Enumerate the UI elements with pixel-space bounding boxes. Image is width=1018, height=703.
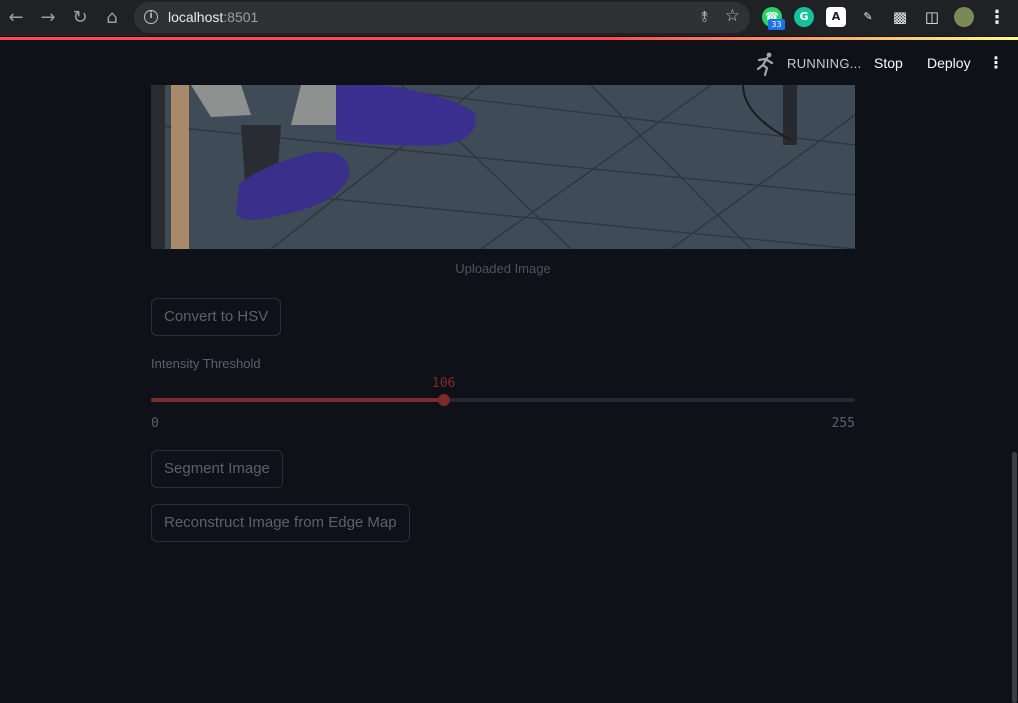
deploy-button[interactable]: Deploy <box>927 55 971 71</box>
address-bar[interactable]: i localhost:8501 ⥉ ☆ <box>134 2 750 33</box>
uploaded-image <box>151 85 855 249</box>
browser-menu-icon[interactable]: ⋮ <box>985 6 1009 30</box>
extensions-puzzle-icon[interactable]: ▩ <box>890 7 910 27</box>
back-icon[interactable]: ← <box>4 6 28 30</box>
forward-icon[interactable]: → <box>36 6 60 30</box>
slider-thumb[interactable] <box>437 394 450 406</box>
image-caption: Uploaded Image <box>455 261 551 276</box>
running-status: RUNNING... <box>787 56 862 71</box>
slider-max-label: 255 <box>831 416 855 431</box>
slider-fill <box>151 398 444 402</box>
main-menu-icon[interactable]: ⋮ <box>988 54 1004 72</box>
grammarly-extension-icon[interactable]: G <box>794 7 814 27</box>
stop-button[interactable]: Stop <box>874 55 903 71</box>
side-panel-icon[interactable]: ◫ <box>922 7 942 27</box>
segment-image-button[interactable]: Segment Image <box>151 450 283 488</box>
site-info-icon[interactable]: i <box>144 10 158 24</box>
running-man-icon <box>756 52 774 77</box>
url-host: localhost <box>168 9 224 25</box>
clipboard-extension-icon[interactable]: ✎ <box>858 7 878 27</box>
reload-icon[interactable]: ↻ <box>68 6 92 30</box>
profile-avatar[interactable] <box>954 7 974 27</box>
url-text[interactable]: localhost:8501 <box>168 9 258 25</box>
slider-min-label: 0 <box>151 416 159 431</box>
pdf-extension-icon[interactable]: A <box>826 7 846 27</box>
intensity-slider-track[interactable] <box>151 394 855 406</box>
share-icon[interactable]: ⥉ <box>701 8 708 26</box>
convert-hsv-button[interactable]: Convert to HSV <box>151 298 282 336</box>
url-port: :8501 <box>223 9 259 25</box>
bookmark-star-icon[interactable]: ☆ <box>725 6 740 26</box>
slider-current-value: 106 <box>431 376 456 391</box>
home-icon[interactable]: ⌂ <box>100 6 124 30</box>
page-scrollbar-thumb[interactable] <box>1012 452 1017 703</box>
browser-toolbar: ← → ↻ ⌂ i localhost:8501 ⥉ ☆ ☎ 33 G A ✎ … <box>0 0 1018 36</box>
reconstruct-image-button[interactable]: Reconstruct Image from Edge Map <box>151 504 410 542</box>
slider-label: Intensity Threshold <box>151 356 261 371</box>
app-header <box>0 40 1018 86</box>
notification-badge: 33 <box>768 19 785 30</box>
